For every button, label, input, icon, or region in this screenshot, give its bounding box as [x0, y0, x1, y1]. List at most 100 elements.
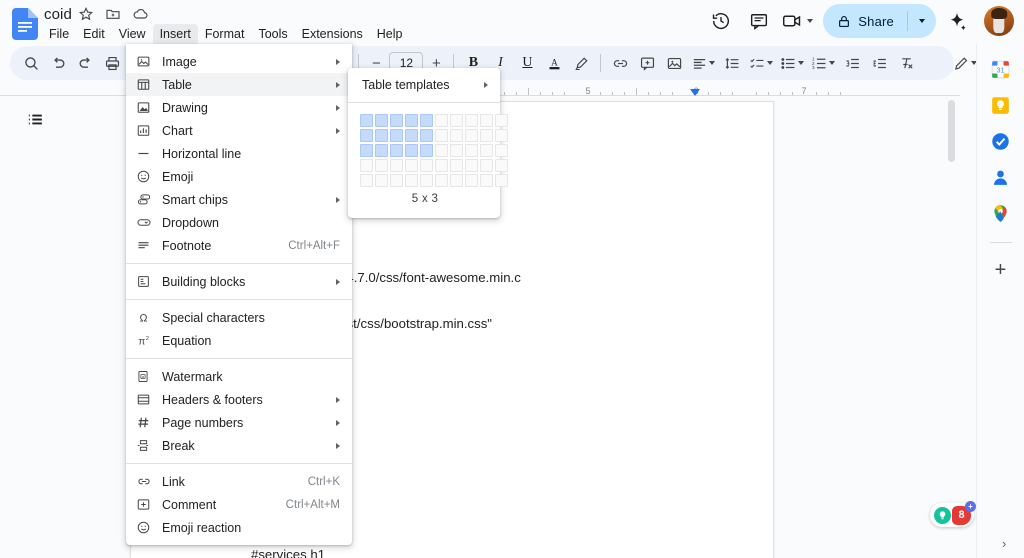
insert-menu-item-link[interactable]: Link Ctrl+K [126, 470, 352, 493]
menu-extensions[interactable]: Extensions [295, 24, 370, 45]
bulleted-list-icon[interactable] [777, 50, 807, 76]
table-grid-cell[interactable] [480, 159, 493, 172]
share-main[interactable]: Share [823, 4, 907, 38]
checklist-icon[interactable] [746, 50, 776, 76]
increase-indent-icon[interactable] [866, 50, 892, 76]
comment-history-icon[interactable] [742, 4, 776, 38]
menu-file[interactable]: File [42, 24, 76, 45]
star-icon[interactable] [78, 6, 94, 22]
gemini-spark-icon[interactable] [940, 4, 974, 38]
google-docs-icon[interactable] [12, 8, 38, 40]
insert-menu-item-footnote[interactable]: Footnote Ctrl+Alt+F [126, 234, 352, 257]
insert-menu-item-emoji-reaction[interactable]: Emoji reaction [126, 516, 352, 539]
table-grid-cell[interactable] [480, 174, 493, 187]
decrease-indent-icon[interactable] [839, 50, 865, 76]
table-grid-cell[interactable] [435, 114, 448, 127]
table-grid-cell[interactable] [435, 159, 448, 172]
meet-chevron-down-icon[interactable] [807, 19, 813, 23]
table-grid-cell[interactable] [405, 129, 418, 142]
google-calendar-icon[interactable]: 31 [990, 58, 1012, 80]
insert-menu-item-chart[interactable]: Chart [126, 119, 352, 142]
highlight-icon[interactable] [568, 50, 594, 76]
table-grid-cell[interactable] [450, 114, 463, 127]
table-grid-cell[interactable] [465, 174, 478, 187]
undo-icon[interactable] [45, 50, 71, 76]
table-grid-cell[interactable] [495, 174, 508, 187]
add-comment-icon[interactable] [634, 50, 660, 76]
table-grid-cell[interactable] [465, 114, 478, 127]
table-grid-cell[interactable] [420, 174, 433, 187]
menu-edit[interactable]: Edit [76, 24, 112, 45]
cloud-saved-icon[interactable] [132, 6, 148, 22]
insert-menu-item-break[interactable]: Break [126, 434, 352, 457]
table-grid-cell[interactable] [390, 114, 403, 127]
table-grid-cell[interactable] [435, 144, 448, 157]
insert-menu-item-equation[interactable]: π 2 Equation [126, 329, 352, 352]
table-grid-cell[interactable] [375, 159, 388, 172]
insert-menu-item-emoji[interactable]: Emoji [126, 165, 352, 188]
table-grid-cell[interactable] [405, 159, 418, 172]
table-grid-cell[interactable] [435, 129, 448, 142]
menu-insert[interactable]: Insert [153, 24, 198, 45]
table-grid-cell[interactable] [375, 129, 388, 142]
insert-menu-item-special-characters[interactable]: Ω Special characters [126, 306, 352, 329]
insert-menu-item-building-blocks[interactable]: Building blocks [126, 270, 352, 293]
document-outline-toggle[interactable] [24, 108, 46, 130]
table-grid-cell[interactable] [465, 129, 478, 142]
table-grid-cell[interactable] [390, 159, 403, 172]
insert-menu-item-page-numbers[interactable]: Page numbers [126, 411, 352, 434]
insert-menu-item-smart-chips[interactable]: Smart chips [126, 188, 352, 211]
menu-tools[interactable]: Tools [251, 24, 294, 45]
table-grid-cell[interactable] [360, 114, 373, 127]
table-grid-cell[interactable] [405, 144, 418, 157]
table-grid-cell[interactable] [465, 144, 478, 157]
table-grid-cell[interactable] [495, 129, 508, 142]
table-grid-cell[interactable] [450, 159, 463, 172]
table-grid-cell[interactable] [390, 174, 403, 187]
table-grid-cell[interactable] [360, 174, 373, 187]
google-tasks-icon[interactable] [990, 130, 1012, 152]
move-to-folder-icon[interactable] [105, 6, 121, 22]
grammarly-expand-chevron-right-icon[interactable]: › [1002, 536, 1006, 551]
table-grid-cell[interactable] [390, 144, 403, 157]
share-button[interactable]: Share [823, 4, 936, 38]
table-grid-cell[interactable] [450, 174, 463, 187]
menu-help[interactable]: Help [370, 24, 410, 45]
insert-image-icon[interactable] [661, 50, 687, 76]
google-contacts-icon[interactable] [990, 166, 1012, 188]
text-color-icon[interactable]: A [541, 50, 567, 76]
numbered-list-icon[interactable]: 1 2 3 [808, 50, 838, 76]
menu-format[interactable]: Format [198, 24, 252, 45]
insert-menu-item-table[interactable]: Table [126, 73, 352, 96]
share-chevron-down-icon[interactable] [908, 4, 936, 38]
table-grid-cell[interactable] [495, 144, 508, 157]
table-grid-cell[interactable] [375, 174, 388, 187]
table-size-picker[interactable]: 5 x 3 [348, 103, 500, 218]
table-size-grid[interactable] [360, 114, 490, 187]
table-grid-cell[interactable] [420, 114, 433, 127]
insert-menu-item-drawing[interactable]: Drawing [126, 96, 352, 119]
indent-marker[interactable] [690, 89, 700, 96]
table-grid-cell[interactable] [375, 144, 388, 157]
table-templates-item[interactable]: Table templates [348, 73, 500, 97]
search-icon[interactable] [18, 50, 44, 76]
meet-camera-icon[interactable] [780, 4, 815, 38]
table-grid-cell[interactable] [405, 114, 418, 127]
line-spacing-icon[interactable] [719, 50, 745, 76]
grammarly-suggestion-count[interactable]: 8 + [952, 506, 971, 525]
vertical-scrollbar[interactable] [947, 100, 956, 556]
table-grid-cell[interactable] [360, 144, 373, 157]
underline-button[interactable]: U [514, 50, 540, 76]
insert-link-icon[interactable] [607, 50, 633, 76]
insert-menu-item-horizontal-line[interactable]: Horizontal line [126, 142, 352, 165]
table-grid-cell[interactable] [420, 159, 433, 172]
table-grid-cell[interactable] [480, 129, 493, 142]
insert-menu-item-watermark[interactable]: a Watermark [126, 365, 352, 388]
table-grid-cell[interactable] [480, 144, 493, 157]
insert-menu-item-comment[interactable]: Comment Ctrl+Alt+M [126, 493, 352, 516]
table-grid-cell[interactable] [420, 129, 433, 142]
table-grid-cell[interactable] [405, 174, 418, 187]
table-grid-cell[interactable] [360, 159, 373, 172]
table-grid-cell[interactable] [465, 159, 478, 172]
google-keep-icon[interactable] [990, 94, 1012, 116]
